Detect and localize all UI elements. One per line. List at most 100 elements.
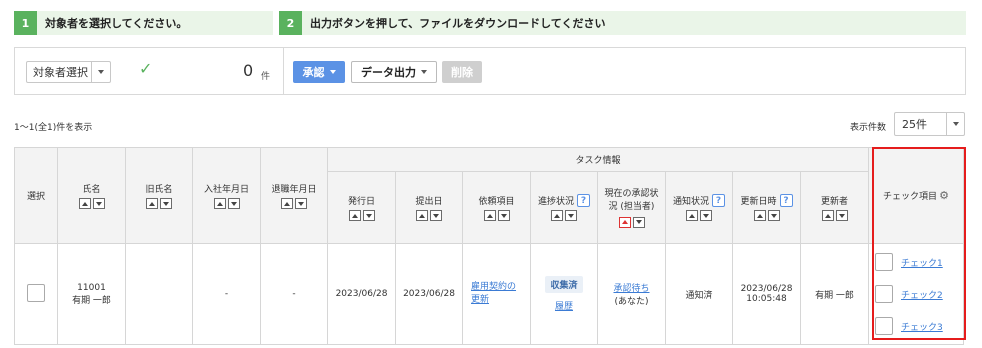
check-item-checkbox[interactable] xyxy=(875,253,893,271)
sort-desc-button[interactable] xyxy=(92,198,105,209)
sort-asc-button[interactable] xyxy=(281,198,293,209)
data-export-button-label: データ出力 xyxy=(361,66,416,79)
page-size-select[interactable]: 25件 xyxy=(894,112,965,136)
sort-asc-button[interactable] xyxy=(821,210,834,221)
sort-asc-button[interactable] xyxy=(618,216,631,228)
step-number: 2 xyxy=(279,11,302,35)
header-progress: 進捗状況? xyxy=(530,171,598,244)
check-item-link[interactable]: チェック1 xyxy=(901,256,943,269)
delete-button-label: 削除 xyxy=(451,66,473,79)
header-label: 提出日 xyxy=(415,197,443,207)
step-2-banner: 2 出力ボタンを押して、ファイルをダウンロードしてください xyxy=(279,11,966,35)
data-export-button[interactable]: データ出力 xyxy=(351,61,437,83)
issue-date-cell: 2023/06/28 xyxy=(327,243,396,345)
sort-asc-button[interactable] xyxy=(416,210,428,221)
header-notify-status: 通知状況? xyxy=(665,171,733,244)
header-label: 現在の承認状況 (担当者) xyxy=(604,188,659,212)
sort-desc-button[interactable] xyxy=(565,210,577,221)
chevron-down-icon xyxy=(421,70,427,74)
approve-button[interactable]: 承認 xyxy=(293,61,345,83)
header-label: 選択 xyxy=(26,192,45,202)
sort-asc-button[interactable] xyxy=(348,210,361,221)
delete-button[interactable]: 削除 xyxy=(442,61,482,83)
target-select-dropdown[interactable]: 対象者選択 xyxy=(26,61,111,83)
page-size-label: 表示件数 xyxy=(850,123,887,133)
header-label: 更新者 xyxy=(820,197,848,207)
header-task-info: タスク情報 xyxy=(327,147,869,172)
employee-name: 有期 一郎 xyxy=(72,295,111,306)
leave-date-cell: - xyxy=(260,243,328,345)
sort-desc-button[interactable] xyxy=(632,216,645,228)
header-label: 入社年月日 xyxy=(203,185,249,195)
name-cell: 11001 有期 一郎 xyxy=(57,243,126,345)
arrow-down-icon xyxy=(838,213,845,218)
history-link[interactable]: 履歴 xyxy=(555,302,573,312)
sort-asc-button[interactable] xyxy=(753,210,766,221)
header-label: 依頼項目 xyxy=(478,197,515,207)
table-row: 11001 有期 一郎 - - 2023/06/28 2023/06/28 雇用… xyxy=(14,243,964,345)
help-icon[interactable]: ? xyxy=(712,194,725,207)
request-item-link[interactable]: 雇用契約の更新 xyxy=(471,281,523,307)
row-select-checkbox[interactable] xyxy=(27,283,45,302)
notify-status-cell: 通知済 xyxy=(665,243,733,345)
sort-desc-button[interactable] xyxy=(227,198,240,209)
step-text: 出力ボタンを押して、ファイルをダウンロードしてください xyxy=(310,17,606,30)
sort-asc-button[interactable] xyxy=(686,210,698,221)
check-item-link[interactable]: チェック2 xyxy=(901,288,943,301)
sort-asc-button[interactable] xyxy=(551,210,563,221)
sort-desc-button[interactable] xyxy=(497,210,510,221)
arrow-down-icon xyxy=(500,213,507,218)
updated-at-cell: 2023/06/28 10:05:48 xyxy=(732,243,801,345)
sort-desc-button[interactable] xyxy=(362,210,375,221)
arrow-up-icon xyxy=(621,220,628,224)
approval-status-link[interactable]: 承認待ち xyxy=(613,284,649,294)
header-check-items: チェック項目 ⚙ xyxy=(868,147,964,244)
sort-asc-button[interactable] xyxy=(483,210,496,221)
chevron-down-icon[interactable] xyxy=(946,113,964,135)
check-item-checkbox[interactable] xyxy=(875,317,893,335)
header-current-approval: 現在の承認状況 (担当者) xyxy=(597,171,666,244)
gear-icon[interactable]: ⚙ xyxy=(939,189,949,202)
target-select-label: 対象者選択 xyxy=(33,66,88,79)
progress-badge: 収集済 xyxy=(545,276,583,293)
check-item-checkbox[interactable] xyxy=(875,285,893,303)
check-items-cell: チェック1 チェック2 チェック3 xyxy=(868,243,964,345)
toolbar-divider xyxy=(283,48,284,94)
help-icon[interactable]: ? xyxy=(779,194,793,207)
result-count: 1〜1(全1)件を表示 xyxy=(14,123,93,133)
chevron-down-icon[interactable] xyxy=(91,62,109,82)
sort-asc-button[interactable] xyxy=(78,198,91,209)
arrow-up-icon xyxy=(81,201,88,206)
arrow-down-icon xyxy=(433,213,439,218)
updated-date: 2023/06/28 xyxy=(740,284,793,294)
sort-desc-button[interactable] xyxy=(835,210,848,221)
header-label: 退職年月日 xyxy=(271,185,317,195)
sort-desc-button[interactable] xyxy=(160,198,172,209)
check-item-link[interactable]: チェック3 xyxy=(901,320,943,333)
sort-desc-button[interactable] xyxy=(295,198,307,209)
sort-asc-button[interactable] xyxy=(213,198,226,209)
approval-cell: 承認待ち (あなた) xyxy=(597,243,666,345)
arrow-up-icon xyxy=(689,213,695,218)
header-label: 更新日時 xyxy=(740,197,777,207)
arrow-down-icon xyxy=(770,213,777,218)
step-1-banner: 1 対象者を選択してください。 xyxy=(14,11,273,35)
arrow-down-icon xyxy=(635,220,642,224)
sort-desc-button[interactable] xyxy=(767,210,780,221)
arrow-up-icon xyxy=(419,213,425,218)
header-label: 旧氏名 xyxy=(145,185,173,195)
help-icon[interactable]: ? xyxy=(577,194,590,207)
updated-time: 10:05:48 xyxy=(746,294,787,304)
action-toolbar: 対象者選択 ✓ 0 件 承認 データ出力 削除 xyxy=(14,47,966,95)
employee-task-table: 選択 氏名 旧氏名 入社年月日 退職年月日 タスク情報 チェック項目 ⚙ 発行日 … xyxy=(14,147,964,345)
sort-desc-button[interactable] xyxy=(430,210,442,221)
sort-asc-button[interactable] xyxy=(146,198,158,209)
arrow-down-icon xyxy=(365,213,372,218)
updater-cell: 有期 一郎 xyxy=(800,243,869,345)
progress-cell: 収集済 履歴 xyxy=(530,243,598,345)
sort-desc-button[interactable] xyxy=(700,210,712,221)
check-item: チェック1 xyxy=(875,246,963,278)
arrow-down-icon xyxy=(703,213,709,218)
arrow-up-icon xyxy=(756,213,763,218)
arrow-up-icon xyxy=(216,201,223,206)
